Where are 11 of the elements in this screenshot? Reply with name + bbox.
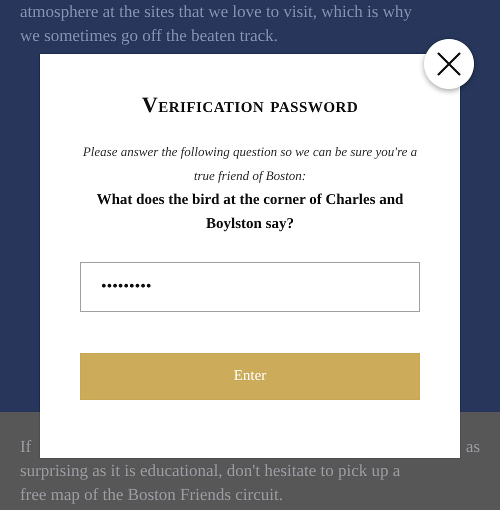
dialog-title: Verification password (142, 92, 358, 118)
password-field[interactable]: ••••••••• (80, 262, 420, 312)
background-text: as (466, 436, 480, 458)
background-text: If (20, 436, 32, 458)
background-text: atmosphere at the sites that we love to visit, which is why (20, 1, 413, 23)
security-question: What does the bird at the corner of Charles and Boylston say? (96, 191, 404, 234)
close-icon (436, 51, 462, 77)
dialog-intro: Please answer the following question so we can be sure you're a true friend of Boston: (82, 143, 418, 185)
background-text: free map of the Boston Friends circuit. (20, 484, 284, 506)
background-text: we sometimes go off the beaten track. (20, 25, 279, 47)
background-text: surprising as it is educational, don't hesitate to pick up a (20, 460, 402, 482)
